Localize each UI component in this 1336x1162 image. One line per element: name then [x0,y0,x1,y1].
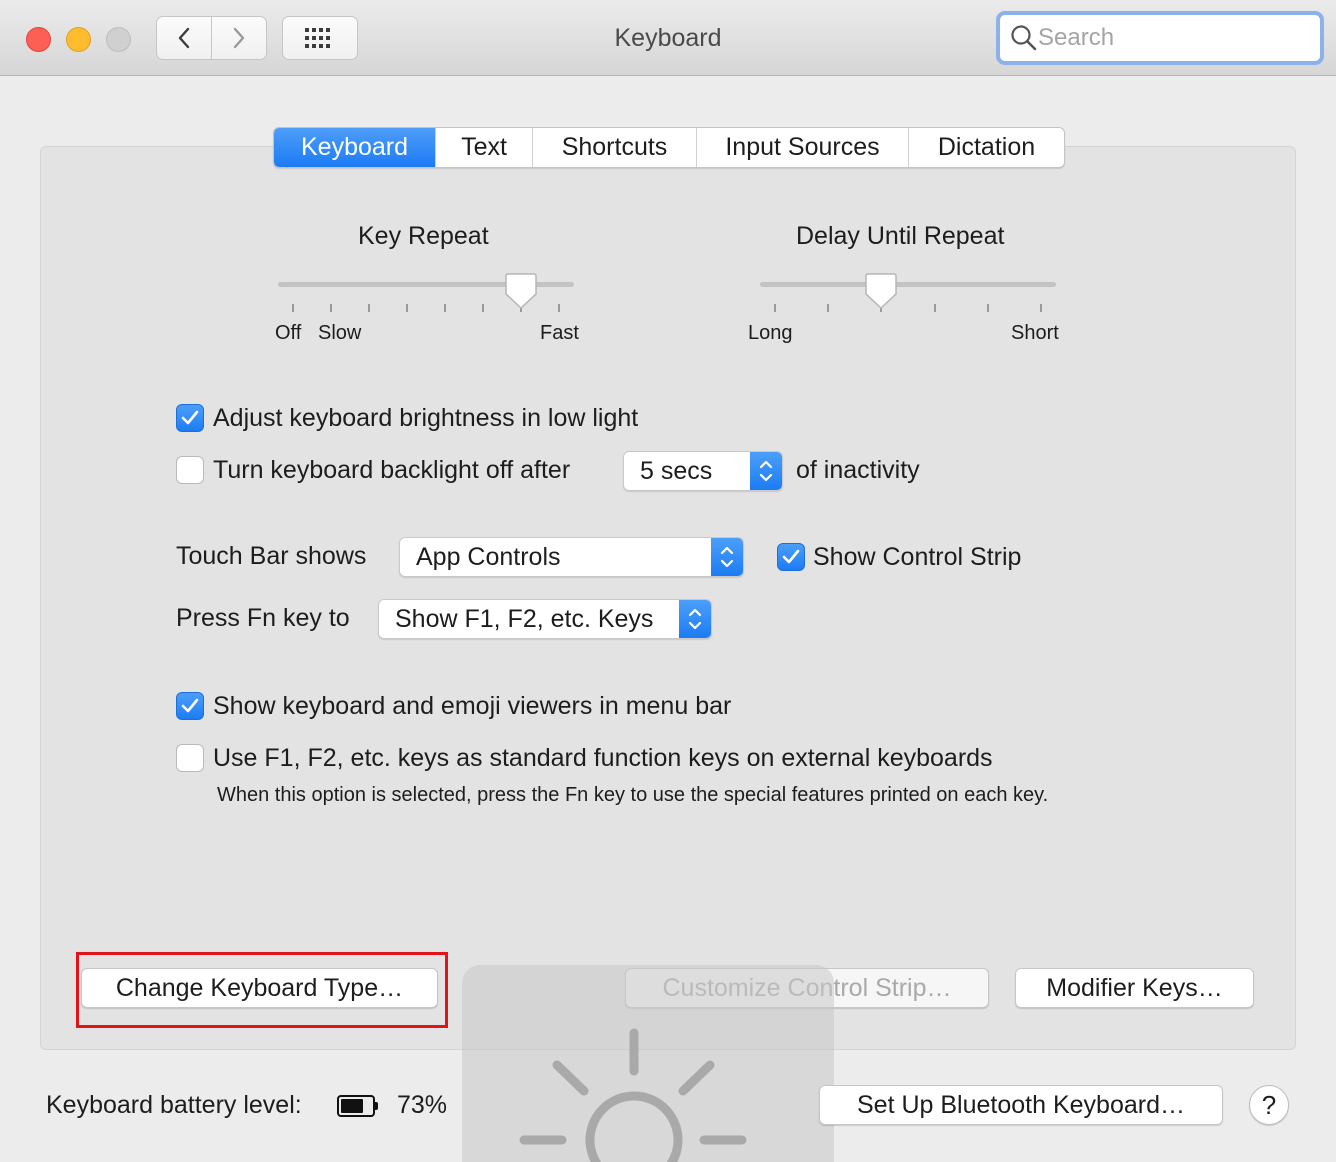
fn-key-value: Show F1, F2, etc. Keys [395,604,654,633]
show-control-strip-checkbox[interactable] [777,543,805,571]
checkmark-icon [782,549,800,564]
standard-function-keys-label: Use F1, F2, etc. keys as standard functi… [213,744,993,772]
delay-repeat-track[interactable] [760,282,1056,287]
delay-repeat-title: Delay Until Repeat [796,222,1005,250]
help-button[interactable]: ? [1249,1085,1289,1125]
backlight-off-checkbox[interactable] [176,456,204,484]
key-repeat-title: Key Repeat [358,222,489,250]
adjust-brightness-checkbox[interactable] [176,404,204,432]
touch-bar-label: Touch Bar shows [176,542,367,570]
delay-repeat-short-label: Short [1011,322,1059,344]
updown-arrows-icon [750,452,782,490]
tab-text[interactable]: Text [436,128,533,167]
show-viewers-checkbox[interactable] [176,692,204,720]
search-input[interactable] [1038,24,1308,52]
tick [558,304,560,312]
tick [774,304,776,312]
battery-level-label: Keyboard battery level: [46,1091,302,1119]
key-repeat-off-label: Off [275,322,302,344]
brightness-overlay [462,965,834,1162]
standard-function-keys-help: When this option is selected, press the … [217,784,1049,806]
tab-bar: Keyboard Text Shortcuts Input Sources Di… [273,127,1065,168]
tab-keyboard[interactable]: Keyboard [274,128,436,167]
backlight-duration-popup[interactable]: 5 secs [623,451,783,491]
adjust-brightness-label: Adjust keyboard brightness in low light [213,404,639,432]
tick [482,304,484,312]
search-icon [1011,25,1037,51]
updown-arrows-icon [679,600,711,638]
updown-arrows-icon [711,538,743,576]
tick [987,304,989,312]
key-repeat-slow-label: Slow [318,322,362,344]
tick [827,304,829,312]
tab-input-sources[interactable]: Input Sources [697,128,909,167]
inactivity-suffix: of inactivity [796,456,920,484]
highlight-box [76,952,448,1028]
tick [1040,304,1042,312]
show-control-strip-label: Show Control Strip [813,543,1022,571]
show-viewers-label: Show keyboard and emoji viewers in menu … [213,692,732,720]
setup-bluetooth-keyboard-button[interactable]: Set Up Bluetooth Keyboard… [819,1085,1223,1125]
backlight-off-label: Turn keyboard backlight off after [213,456,571,484]
delay-repeat-long-label: Long [748,322,793,344]
search-field[interactable] [996,11,1324,65]
fn-key-popup[interactable]: Show F1, F2, etc. Keys [378,599,712,639]
modifier-keys-button[interactable]: Modifier Keys… [1015,968,1254,1008]
battery-fill [341,1099,363,1113]
tick [368,304,370,312]
brightness-sun-icon [519,1028,747,1162]
touch-bar-popup[interactable]: App Controls [399,537,744,577]
checkmark-icon [181,698,199,713]
fn-key-label: Press Fn key to [176,604,350,632]
checkmark-icon [181,410,199,425]
tab-shortcuts[interactable]: Shortcuts [533,128,697,167]
content-panel [40,146,1296,1050]
standard-function-keys-checkbox[interactable] [176,744,204,772]
tick [444,304,446,312]
backlight-duration-value: 5 secs [640,456,713,485]
tick [292,304,294,312]
tab-dictation[interactable]: Dictation [909,128,1064,167]
key-repeat-fast-label: Fast [540,322,579,344]
tick [934,304,936,312]
touch-bar-value: App Controls [416,542,561,571]
delay-repeat-thumb[interactable] [864,272,898,310]
tick [330,304,332,312]
key-repeat-thumb[interactable] [504,272,538,310]
tick [406,304,408,312]
title-bar: Keyboard [0,0,1336,76]
battery-percent: 73% [397,1091,448,1119]
battery-icon [337,1095,379,1117]
